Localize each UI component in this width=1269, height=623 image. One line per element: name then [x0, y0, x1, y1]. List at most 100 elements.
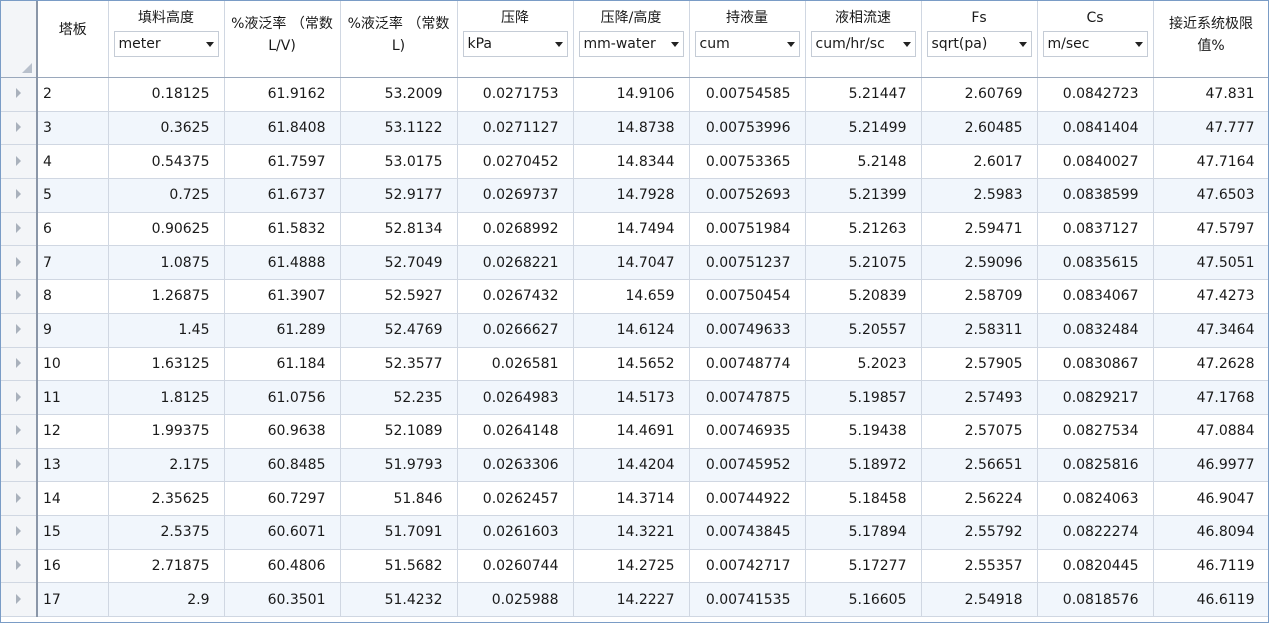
- table-row[interactable]: 14 2.35625 60.7297 51.846 0.0262457 14.3714 0.…: [1, 481, 1268, 516]
- table-cell[interactable]: 0.00751984: [689, 212, 806, 247]
- table-cell[interactable]: 0.0266627: [457, 313, 574, 348]
- table-cell[interactable]: 61.7597: [224, 144, 341, 180]
- table-cell[interactable]: 0.0262457: [457, 481, 574, 516]
- table-cell[interactable]: 14.3221: [573, 515, 690, 550]
- table-cell[interactable]: 61.3907: [224, 279, 341, 314]
- table-cell[interactable]: 0.00747875: [689, 380, 806, 415]
- table-cell[interactable]: 5.2023: [805, 347, 922, 382]
- column-header-flood-const-l[interactable]: %液泛率 （常数L): [340, 1, 458, 78]
- row-selector[interactable]: [1, 347, 38, 382]
- row-selector[interactable]: [1, 111, 38, 146]
- table-cell[interactable]: 46.9047: [1153, 481, 1268, 516]
- table-cell[interactable]: 2.56224: [921, 481, 1038, 516]
- unit-dropdown[interactable]: mm-water: [578, 31, 684, 57]
- table-row[interactable]: 17 2.9 60.3501 51.4232 0.025988 14.2227 0.0074…: [1, 582, 1268, 617]
- table-cell[interactable]: 47.0884: [1153, 414, 1268, 449]
- tray-number-cell[interactable]: 5: [37, 178, 109, 213]
- table-cell[interactable]: 5.21447: [805, 77, 922, 112]
- table-cell[interactable]: 0.025988: [457, 582, 574, 617]
- table-cell[interactable]: 0.0825816: [1037, 448, 1154, 483]
- table-cell[interactable]: 0.0820445: [1037, 549, 1154, 584]
- table-cell[interactable]: 5.21499: [805, 111, 922, 146]
- table-cell[interactable]: 2.57905: [921, 347, 1038, 382]
- row-selector[interactable]: [1, 515, 38, 550]
- table-row[interactable]: 8 1.26875 61.3907 52.5927 0.0267432 14.659 0.0…: [1, 279, 1268, 314]
- table-cell[interactable]: 2.59096: [921, 245, 1038, 281]
- table-row[interactable]: 13 2.175 60.8485 51.9793 0.0263306 14.4204 0.0…: [1, 448, 1268, 483]
- table-cell[interactable]: 5.20557: [805, 313, 922, 348]
- select-all-corner[interactable]: [1, 1, 38, 78]
- table-cell[interactable]: 0.00742717: [689, 549, 806, 584]
- column-header-tray[interactable]: 塔板: [37, 1, 109, 78]
- table-cell[interactable]: 0.0270452: [457, 144, 574, 180]
- table-cell[interactable]: 47.6503: [1153, 178, 1268, 213]
- table-cell[interactable]: 60.6071: [224, 515, 341, 550]
- table-cell[interactable]: 2.60769: [921, 77, 1038, 112]
- table-cell[interactable]: 53.1122: [340, 111, 458, 146]
- table-cell[interactable]: 61.0756: [224, 380, 341, 415]
- table-row[interactable]: 10 1.63125 61.184 52.3577 0.026581 14.5652 0.0…: [1, 347, 1268, 382]
- table-cell[interactable]: 1.63125: [108, 347, 225, 382]
- table-cell[interactable]: 0.0830867: [1037, 347, 1154, 382]
- table-cell[interactable]: 14.4691: [573, 414, 690, 449]
- table-cell[interactable]: 5.21263: [805, 212, 922, 247]
- table-cell[interactable]: 0.0268992: [457, 212, 574, 247]
- tray-number-cell[interactable]: 14: [37, 481, 109, 516]
- table-cell[interactable]: 5.16605: [805, 582, 922, 617]
- table-cell[interactable]: 5.18458: [805, 481, 922, 516]
- table-cell[interactable]: 0.0838599: [1037, 178, 1154, 213]
- table-cell[interactable]: 0.18125: [108, 77, 225, 112]
- table-row[interactable]: 3 0.3625 61.8408 53.1122 0.0271127 14.8738 0.0…: [1, 111, 1268, 146]
- table-cell[interactable]: 0.0822274: [1037, 515, 1154, 550]
- tray-number-cell[interactable]: 17: [37, 582, 109, 617]
- unit-dropdown[interactable]: sqrt(pa): [926, 31, 1032, 57]
- table-cell[interactable]: 0.00751237: [689, 245, 806, 281]
- table-cell[interactable]: 5.18972: [805, 448, 922, 483]
- table-cell[interactable]: 0.00746935: [689, 414, 806, 449]
- table-cell[interactable]: 0.3625: [108, 111, 225, 146]
- column-header-flood-const-lv[interactable]: %液泛率 （常数L/V): [224, 1, 341, 78]
- table-cell[interactable]: 14.2725: [573, 549, 690, 584]
- row-selector[interactable]: [1, 481, 38, 516]
- table-cell[interactable]: 14.6124: [573, 313, 690, 348]
- table-cell[interactable]: 0.0269737: [457, 178, 574, 213]
- table-cell[interactable]: 5.21399: [805, 178, 922, 213]
- table-cell[interactable]: 0.00743845: [689, 515, 806, 550]
- row-selector[interactable]: [1, 549, 38, 584]
- table-cell[interactable]: 2.55357: [921, 549, 1038, 584]
- table-cell[interactable]: 14.7928: [573, 178, 690, 213]
- table-cell[interactable]: 0.00753365: [689, 144, 806, 180]
- table-cell[interactable]: 52.235: [340, 380, 458, 415]
- table-cell[interactable]: 52.8134: [340, 212, 458, 247]
- table-cell[interactable]: 2.5983: [921, 178, 1038, 213]
- table-cell[interactable]: 52.3577: [340, 347, 458, 382]
- table-cell[interactable]: 47.7164: [1153, 144, 1268, 180]
- row-selector[interactable]: [1, 313, 38, 348]
- table-cell[interactable]: 61.289: [224, 313, 341, 348]
- table-cell[interactable]: 0.0263306: [457, 448, 574, 483]
- table-cell[interactable]: 14.659: [573, 279, 690, 314]
- table-cell[interactable]: 2.57075: [921, 414, 1038, 449]
- table-cell[interactable]: 61.9162: [224, 77, 341, 112]
- table-cell[interactable]: 0.0834067: [1037, 279, 1154, 314]
- table-cell[interactable]: 14.3714: [573, 481, 690, 516]
- table-cell[interactable]: 0.0267432: [457, 279, 574, 314]
- tray-number-cell[interactable]: 13: [37, 448, 109, 483]
- table-cell[interactable]: 51.4232: [340, 582, 458, 617]
- table-cell[interactable]: 2.9: [108, 582, 225, 617]
- table-cell[interactable]: 51.846: [340, 481, 458, 516]
- tray-number-cell[interactable]: 16: [37, 549, 109, 584]
- column-header-holdup[interactable]: 持液量 cum: [689, 1, 806, 78]
- row-selector[interactable]: [1, 77, 38, 112]
- unit-dropdown[interactable]: cum/hr/sc: [810, 31, 916, 57]
- table-cell[interactable]: 0.026581: [457, 347, 574, 382]
- table-cell[interactable]: 52.5927: [340, 279, 458, 314]
- table-cell[interactable]: 0.0841404: [1037, 111, 1154, 146]
- unit-dropdown[interactable]: m/sec: [1042, 31, 1148, 57]
- table-cell[interactable]: 51.9793: [340, 448, 458, 483]
- table-cell[interactable]: 61.5832: [224, 212, 341, 247]
- table-cell[interactable]: 46.8094: [1153, 515, 1268, 550]
- table-cell[interactable]: 1.0875: [108, 245, 225, 281]
- table-cell[interactable]: 52.9177: [340, 178, 458, 213]
- table-cell[interactable]: 2.60485: [921, 111, 1038, 146]
